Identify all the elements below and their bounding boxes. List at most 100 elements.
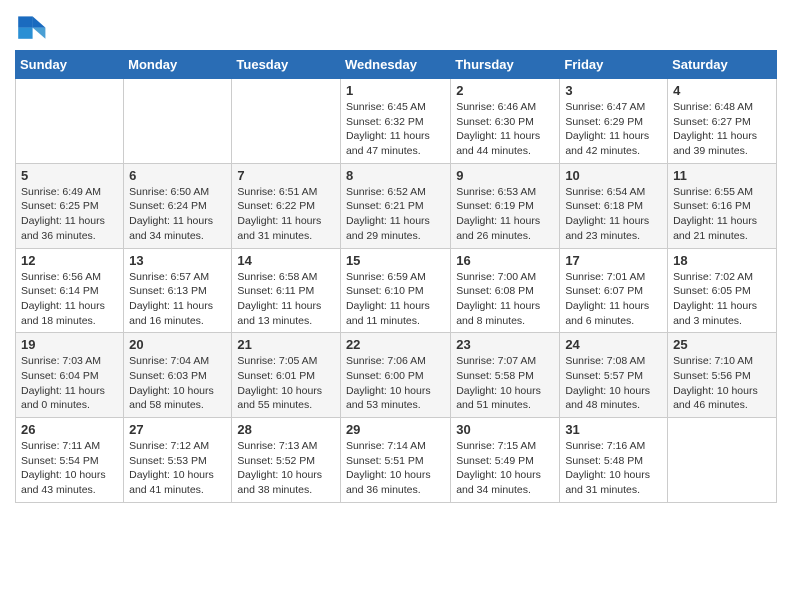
weekday-header-monday: Monday	[124, 51, 232, 79]
calendar-cell: 7Sunrise: 6:51 AM Sunset: 6:22 PM Daylig…	[232, 163, 341, 248]
day-info: Sunrise: 7:06 AM Sunset: 6:00 PM Dayligh…	[346, 354, 445, 413]
calendar-cell: 18 Sunrise: 7:02 AM Sunset: 6:05 PM Dayli…	[668, 248, 777, 333]
weekday-header-saturday: Saturday	[668, 51, 777, 79]
day-info: Sunrise: 7:02 AM Sunset: 6:05 PM Dayligh…	[673, 270, 771, 329]
week-row-4: 26 Sunrise: 7:11 AM Sunset: 5:54 PM Dayli…	[16, 418, 777, 503]
day-number: 6	[129, 168, 226, 183]
calendar-cell: 20Sunrise: 7:04 AM Sunset: 6:03 PM Dayli…	[124, 333, 232, 418]
day-number: 13	[129, 253, 226, 268]
day-info: Sunrise: 7:14 AM Sunset: 5:51 PM Dayligh…	[346, 439, 445, 498]
day-info: Sunrise: 6:50 AM Sunset: 6:24 PM Dayligh…	[129, 185, 226, 244]
day-info: Sunrise: 6:54 AM Sunset: 6:18 PM Dayligh…	[565, 185, 662, 244]
calendar-cell: 2 Sunrise: 6:46 AM Sunset: 6:30 PM Daylig…	[451, 79, 560, 164]
calendar-cell: 16 Sunrise: 7:00 AM Sunset: 6:08 PM Dayli…	[451, 248, 560, 333]
calendar-cell: 31 Sunrise: 7:16 AM Sunset: 5:48 PM Dayli…	[560, 418, 668, 503]
day-info: Sunrise: 6:46 AM Sunset: 6:30 PM Dayligh…	[456, 100, 554, 159]
day-info: Sunrise: 7:03 AM Sunset: 6:04 PM Dayligh…	[21, 354, 118, 413]
day-number: 8	[346, 168, 445, 183]
day-info: Sunrise: 6:52 AM Sunset: 6:21 PM Dayligh…	[346, 185, 445, 244]
day-info: Sunrise: 6:53 AM Sunset: 6:19 PM Dayligh…	[456, 185, 554, 244]
day-info: Sunrise: 7:15 AM Sunset: 5:49 PM Dayligh…	[456, 439, 554, 498]
day-info: Sunrise: 6:49 AM Sunset: 6:25 PM Dayligh…	[21, 185, 118, 244]
calendar-cell: 1 Sunrise: 6:45 AM Sunset: 6:32 PM Daylig…	[340, 79, 450, 164]
calendar-cell: 12 Sunrise: 6:56 AM Sunset: 6:14 PM Dayli…	[16, 248, 124, 333]
day-info: Sunrise: 6:56 AM Sunset: 6:14 PM Dayligh…	[21, 270, 118, 329]
calendar-cell: 17 Sunrise: 7:01 AM Sunset: 6:07 PM Dayli…	[560, 248, 668, 333]
day-number: 18	[673, 253, 771, 268]
day-info: Sunrise: 7:01 AM Sunset: 6:07 PM Dayligh…	[565, 270, 662, 329]
day-number: 23	[456, 337, 554, 352]
day-number: 29	[346, 422, 445, 437]
calendar-cell: 15 Sunrise: 6:59 AM Sunset: 6:10 PM Dayli…	[340, 248, 450, 333]
day-info: Sunrise: 6:58 AM Sunset: 6:11 PM Dayligh…	[237, 270, 335, 329]
header	[15, 10, 777, 42]
day-info: Sunrise: 6:45 AM Sunset: 6:32 PM Dayligh…	[346, 100, 445, 159]
day-number: 3	[565, 83, 662, 98]
calendar-cell: 26 Sunrise: 7:11 AM Sunset: 5:54 PM Dayli…	[16, 418, 124, 503]
day-info: Sunrise: 7:13 AM Sunset: 5:52 PM Dayligh…	[237, 439, 335, 498]
day-info: Sunrise: 7:00 AM Sunset: 6:08 PM Dayligh…	[456, 270, 554, 329]
day-number: 31	[565, 422, 662, 437]
weekday-header-wednesday: Wednesday	[340, 51, 450, 79]
week-row-3: 19 Sunrise: 7:03 AM Sunset: 6:04 PM Dayli…	[16, 333, 777, 418]
day-info: Sunrise: 7:11 AM Sunset: 5:54 PM Dayligh…	[21, 439, 118, 498]
calendar-cell: 21 Sunrise: 7:05 AM Sunset: 6:01 PM Dayli…	[232, 333, 341, 418]
day-info: Sunrise: 7:16 AM Sunset: 5:48 PM Dayligh…	[565, 439, 662, 498]
logo	[15, 10, 51, 42]
day-number: 30	[456, 422, 554, 437]
calendar-cell: 22 Sunrise: 7:06 AM Sunset: 6:00 PM Dayli…	[340, 333, 450, 418]
day-number: 1	[346, 83, 445, 98]
day-number: 15	[346, 253, 445, 268]
calendar-cell: 13 Sunrise: 6:57 AM Sunset: 6:13 PM Dayli…	[124, 248, 232, 333]
day-number: 16	[456, 253, 554, 268]
week-row-1: 5 Sunrise: 6:49 AM Sunset: 6:25 PM Daylig…	[16, 163, 777, 248]
calendar-cell: 9Sunrise: 6:53 AM Sunset: 6:19 PM Daylig…	[451, 163, 560, 248]
day-number: 17	[565, 253, 662, 268]
day-number: 2	[456, 83, 554, 98]
calendar-cell: 27 Sunrise: 7:12 AM Sunset: 5:53 PM Dayli…	[124, 418, 232, 503]
day-info: Sunrise: 7:08 AM Sunset: 5:57 PM Dayligh…	[565, 354, 662, 413]
day-number: 5	[21, 168, 118, 183]
day-number: 19	[21, 337, 118, 352]
day-info: Sunrise: 6:47 AM Sunset: 6:29 PM Dayligh…	[565, 100, 662, 159]
day-number: 26	[21, 422, 118, 437]
calendar-cell: 25 Sunrise: 7:10 AM Sunset: 5:56 PM Dayli…	[668, 333, 777, 418]
calendar-cell: 30 Sunrise: 7:15 AM Sunset: 5:49 PM Dayli…	[451, 418, 560, 503]
day-info: Sunrise: 6:48 AM Sunset: 6:27 PM Dayligh…	[673, 100, 771, 159]
day-number: 4	[673, 83, 771, 98]
week-row-2: 12 Sunrise: 6:56 AM Sunset: 6:14 PM Dayli…	[16, 248, 777, 333]
day-info: Sunrise: 7:12 AM Sunset: 5:53 PM Dayligh…	[129, 439, 226, 498]
calendar-cell	[124, 79, 232, 164]
day-info: Sunrise: 7:10 AM Sunset: 5:56 PM Dayligh…	[673, 354, 771, 413]
logo-icon	[15, 10, 47, 42]
calendar-cell: 10Sunrise: 6:54 AM Sunset: 6:18 PM Dayli…	[560, 163, 668, 248]
day-number: 24	[565, 337, 662, 352]
day-info: Sunrise: 6:57 AM Sunset: 6:13 PM Dayligh…	[129, 270, 226, 329]
weekday-header-thursday: Thursday	[451, 51, 560, 79]
day-info: Sunrise: 7:05 AM Sunset: 6:01 PM Dayligh…	[237, 354, 335, 413]
weekday-header-friday: Friday	[560, 51, 668, 79]
day-number: 21	[237, 337, 335, 352]
weekday-header-tuesday: Tuesday	[232, 51, 341, 79]
calendar-cell	[232, 79, 341, 164]
calendar-cell: 8 Sunrise: 6:52 AM Sunset: 6:21 PM Daylig…	[340, 163, 450, 248]
week-row-0: 1 Sunrise: 6:45 AM Sunset: 6:32 PM Daylig…	[16, 79, 777, 164]
day-info: Sunrise: 6:51 AM Sunset: 6:22 PM Dayligh…	[237, 185, 335, 244]
day-number: 11	[673, 168, 771, 183]
calendar-cell: 6 Sunrise: 6:50 AM Sunset: 6:24 PM Daylig…	[124, 163, 232, 248]
day-number: 27	[129, 422, 226, 437]
calendar-cell	[16, 79, 124, 164]
day-number: 28	[237, 422, 335, 437]
day-number: 12	[21, 253, 118, 268]
day-info: Sunrise: 6:55 AM Sunset: 6:16 PM Dayligh…	[673, 185, 771, 244]
calendar-cell: 24 Sunrise: 7:08 AM Sunset: 5:57 PM Dayli…	[560, 333, 668, 418]
day-info: Sunrise: 6:59 AM Sunset: 6:10 PM Dayligh…	[346, 270, 445, 329]
calendar-cell: 4 Sunrise: 6:48 AM Sunset: 6:27 PM Daylig…	[668, 79, 777, 164]
day-number: 14	[237, 253, 335, 268]
calendar-cell	[668, 418, 777, 503]
calendar-cell: 28 Sunrise: 7:13 AM Sunset: 5:52 PM Dayli…	[232, 418, 341, 503]
page: SundayMondayTuesdayWednesdayThursdayFrid…	[0, 0, 792, 518]
day-number: 22	[346, 337, 445, 352]
day-info: Sunrise: 7:07 AM Sunset: 5:58 PM Dayligh…	[456, 354, 554, 413]
day-number: 25	[673, 337, 771, 352]
